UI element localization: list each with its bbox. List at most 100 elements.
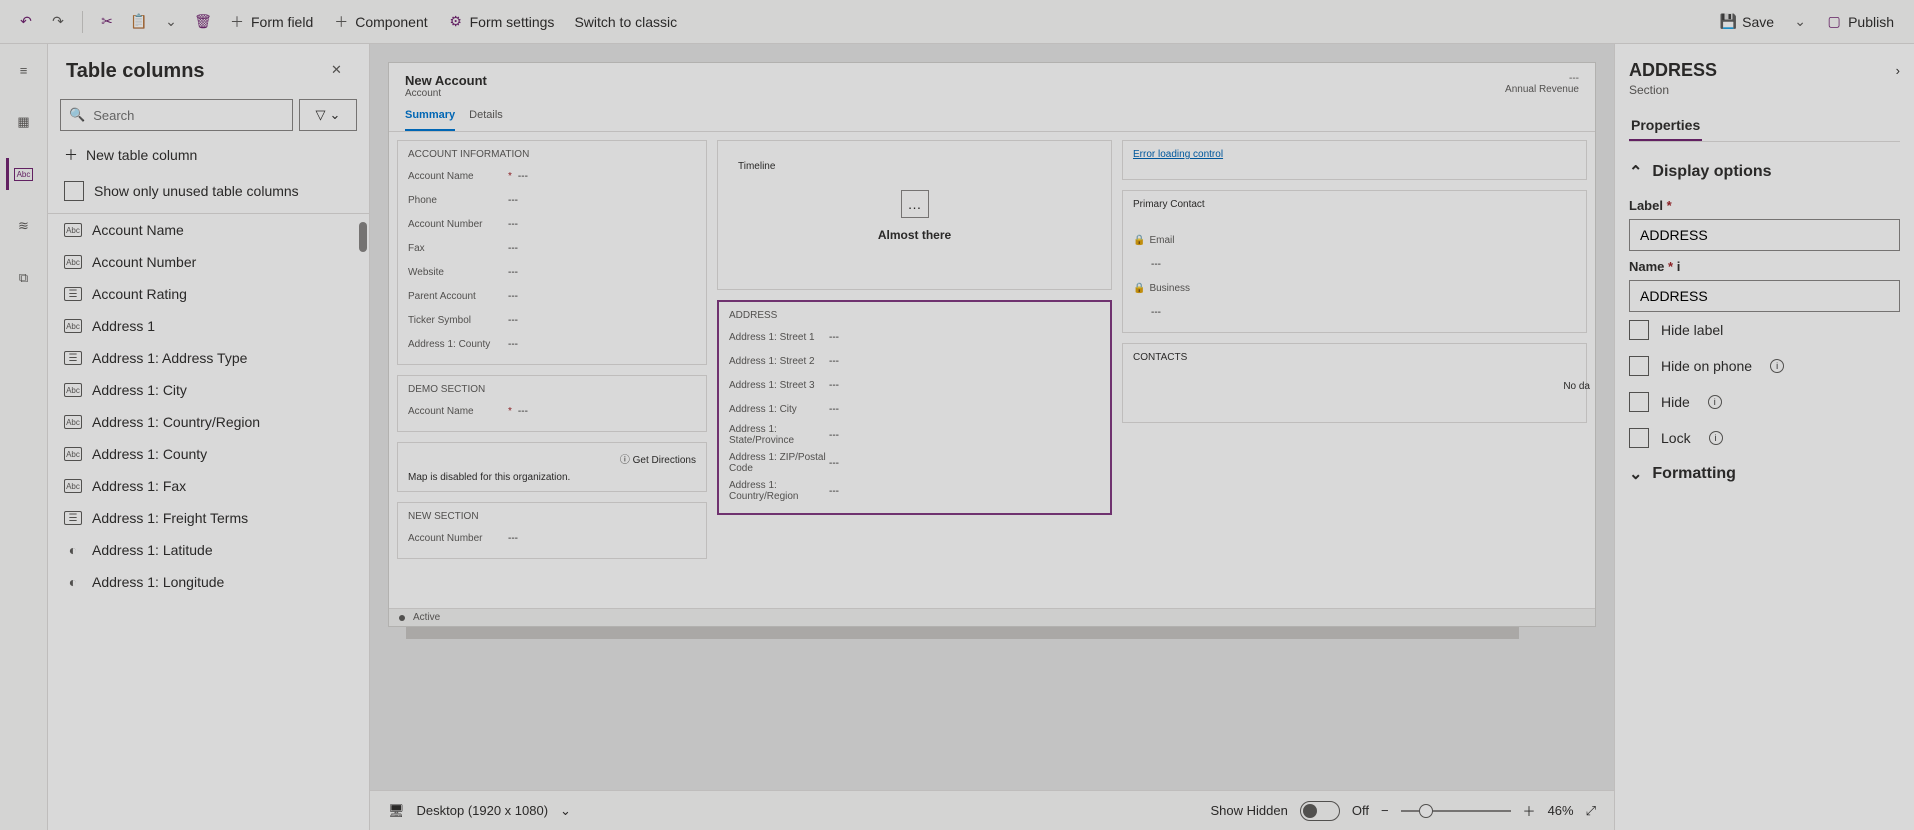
undo-button[interactable]: ↶ (12, 10, 40, 34)
form-field[interactable]: Address 1: ZIP/Postal Code--- (729, 449, 1100, 477)
panel-title: Table columns (66, 60, 331, 83)
redo-button[interactable]: ↷ (44, 10, 72, 34)
show-hidden-toggle[interactable] (1300, 801, 1340, 821)
device-dropdown[interactable]: ⌄ (560, 803, 571, 819)
switch-classic-button[interactable]: Switch to classic (566, 10, 685, 34)
form-field[interactable]: Address 1: Street 3--- (729, 373, 1100, 397)
column-item[interactable]: AbcAccount Number (48, 246, 369, 278)
form-field[interactable]: Address 1: Street 1--- (729, 325, 1100, 349)
error-link[interactable]: Error loading control (1133, 149, 1223, 160)
column-item[interactable]: AbcAccount Name (48, 214, 369, 246)
form-field-button[interactable]: ＋Form field (221, 10, 321, 34)
filter-button[interactable]: ▽⌄ (299, 99, 357, 131)
section-map[interactable]: ⓘ Get Directions Map is disabled for thi… (397, 442, 707, 492)
form-field[interactable]: Address 1: City--- (729, 397, 1100, 421)
label-input[interactable] (1629, 219, 1900, 251)
form-field[interactable]: Address 1: County--- (408, 332, 696, 356)
section-account-info[interactable]: ACCOUNT INFORMATION Account Name*---Phon… (397, 140, 707, 365)
close-panel-button[interactable]: ✕ (331, 62, 351, 82)
hide-checkbox[interactable]: Hidei (1629, 384, 1900, 420)
save-button[interactable]: 💾Save (1712, 10, 1782, 34)
paste-dropdown[interactable]: ⌄ (157, 10, 185, 34)
form-field[interactable]: Account Number--- (408, 526, 696, 550)
info-icon[interactable]: i (1770, 359, 1784, 373)
form-field[interactable]: 🔒Email (1133, 228, 1576, 252)
components-rail-button[interactable]: ▦ (8, 106, 40, 138)
column-item[interactable]: AbcAddress 1 (48, 310, 369, 342)
canvas-h-scrollbar[interactable] (406, 627, 1578, 639)
form-field[interactable]: Account Name*--- (408, 164, 696, 188)
form-field[interactable]: Fax--- (408, 236, 696, 260)
tab-details[interactable]: Details (469, 103, 503, 131)
section-address[interactable]: ADDRESS Address 1: Street 1---Address 1:… (717, 300, 1112, 515)
info-icon[interactable]: i (1677, 259, 1681, 274)
info-icon[interactable]: i (1709, 431, 1723, 445)
fit-button[interactable]: ⤢ (1586, 803, 1596, 819)
section-new[interactable]: New Section Account Number--- (397, 502, 707, 559)
zoom-out-button[interactable]: − (1381, 803, 1389, 818)
delete-button[interactable]: 🗑 (189, 10, 217, 34)
search-box[interactable]: 🔍 (60, 99, 293, 131)
form-field[interactable]: 🔒Business (1133, 276, 1576, 300)
left-rail: ≡ ▦ Abc ≋ ⧉ (0, 44, 48, 830)
zoom-slider[interactable] (1401, 810, 1511, 812)
forms-rail-button[interactable]: ⧉ (8, 262, 40, 294)
form-settings-button[interactable]: ⚙Form settings (440, 10, 563, 34)
form-field[interactable]: Account Name*--- (408, 399, 696, 423)
column-item[interactable]: ◐Address 1: Latitude (48, 534, 369, 566)
column-item[interactable]: AbcAddress 1: City (48, 374, 369, 406)
section-timeline[interactable]: Timeline … Almost there (717, 140, 1112, 290)
new-table-column-button[interactable]: ＋New table column (48, 137, 369, 173)
form-field[interactable]: Parent Account--- (408, 284, 696, 308)
hide-on-phone-checkbox[interactable]: Hide on phonei (1629, 348, 1900, 384)
name-input[interactable] (1629, 280, 1900, 312)
save-dropdown[interactable]: ⌄ (1786, 10, 1814, 34)
search-input[interactable] (93, 108, 284, 123)
section-error[interactable]: Error loading control (1122, 140, 1587, 180)
section-primary-contact[interactable]: Primary Contact 🔒Email---🔒Business--- (1122, 190, 1587, 333)
component-button[interactable]: ＋Component (325, 10, 435, 34)
form-field[interactable]: Address 1: Country/Region--- (729, 477, 1100, 505)
columns-rail-button[interactable]: Abc (6, 158, 38, 190)
display-options-accordion[interactable]: ⌃ Display options (1629, 154, 1900, 190)
column-item[interactable]: ◐Address 1: Longitude (48, 566, 369, 598)
form-field[interactable]: Address 1: State/Province--- (729, 421, 1100, 449)
form-surface[interactable]: New Account Account --- Annual Revenue S… (388, 62, 1596, 627)
column-item[interactable]: ☰Address 1: Address Type (48, 342, 369, 374)
section-contacts[interactable]: CONTACTS No da (1122, 343, 1587, 423)
column-item[interactable]: AbcAddress 1: Country/Region (48, 406, 369, 438)
show-unused-checkbox-row[interactable]: Show only unused table columns (48, 173, 369, 213)
form-field[interactable]: Phone--- (408, 188, 696, 212)
chevron-down-icon: ⌄ (1629, 464, 1642, 484)
properties-panel: ADDRESS › Section Properties ⌃ Display o… (1614, 44, 1914, 830)
publish-button[interactable]: ▢Publish (1818, 10, 1902, 34)
chevron-up-icon: ⌃ (1629, 162, 1642, 182)
hide-label-checkbox[interactable]: Hide label (1629, 312, 1900, 348)
cut-button[interactable]: ✂ (93, 10, 121, 34)
form-field[interactable]: Address 1: Street 2--- (729, 349, 1100, 373)
form-field[interactable]: Website--- (408, 260, 696, 284)
info-icon[interactable]: i (1708, 395, 1722, 409)
section-demo[interactable]: Demo Section Account Name*--- (397, 375, 707, 432)
lock-checkbox[interactable]: Locki (1629, 420, 1900, 456)
hamburger-button[interactable]: ≡ (8, 54, 40, 86)
form-field[interactable]: Ticker Symbol--- (408, 308, 696, 332)
formatting-accordion[interactable]: ⌄ Formatting (1629, 456, 1900, 492)
show-unused-checkbox[interactable] (64, 181, 84, 201)
tab-summary[interactable]: Summary (405, 103, 455, 131)
column-list[interactable]: AbcAccount NameAbcAccount Number☰Account… (48, 213, 369, 830)
paste-button[interactable]: 📋 (125, 10, 153, 34)
layers-rail-button[interactable]: ≋ (8, 210, 40, 242)
properties-tab[interactable]: Properties (1629, 111, 1702, 141)
table-columns-panel: Table columns ✕ 🔍 ▽⌄ ＋New table column S… (48, 44, 370, 830)
expand-properties-button[interactable]: › (1896, 63, 1900, 78)
properties-title: ADDRESS (1629, 60, 1896, 81)
column-item[interactable]: AbcAddress 1: County (48, 438, 369, 470)
column-item[interactable]: ☰Account Rating (48, 278, 369, 310)
scrollbar-thumb[interactable] (359, 222, 367, 252)
column-item[interactable]: AbcAddress 1: Fax (48, 470, 369, 502)
column-item[interactable]: ☰Address 1: Freight Terms (48, 502, 369, 534)
form-field[interactable]: Account Number--- (408, 212, 696, 236)
canvas-footer: 🖥 Desktop (1920 x 1080) ⌄ Show Hidden Of… (370, 790, 1614, 830)
zoom-in-button[interactable]: ＋ (1523, 801, 1536, 820)
